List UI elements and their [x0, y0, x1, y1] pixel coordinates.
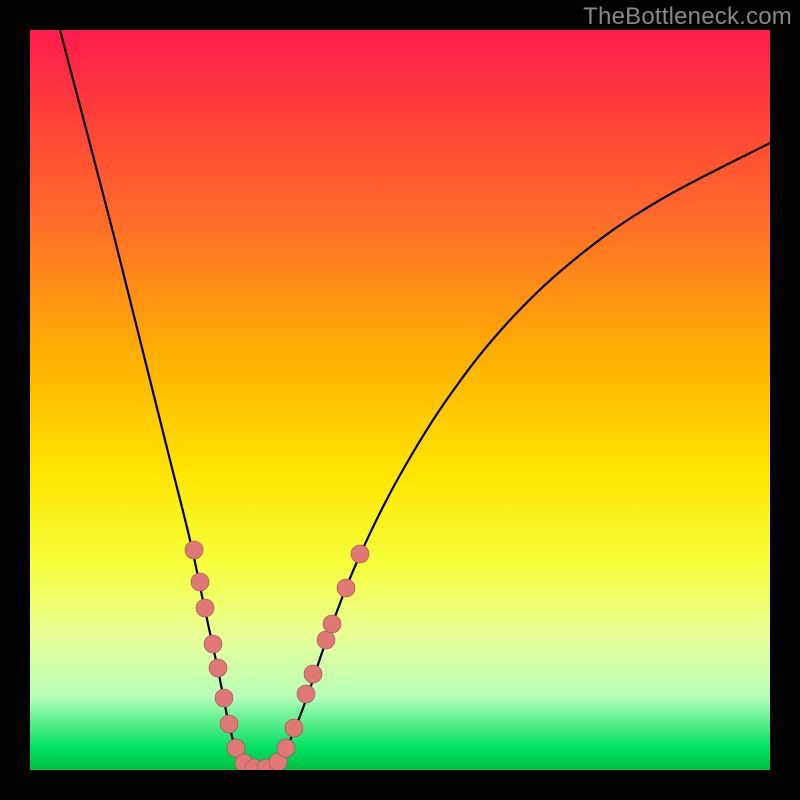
data-dot: [215, 689, 233, 707]
data-dot: [297, 685, 315, 703]
data-dot: [317, 631, 335, 649]
data-dot: [196, 599, 214, 617]
data-dot: [337, 579, 355, 597]
data-dot: [304, 665, 322, 683]
data-dot: [204, 635, 222, 653]
watermark-text: TheBottleneck.com: [583, 3, 792, 31]
data-dot: [185, 541, 203, 559]
curve-left-branch: [60, 30, 252, 769]
dots-group: [185, 541, 369, 770]
data-dot: [323, 615, 341, 633]
data-dot: [220, 715, 238, 733]
chart-svg: [30, 30, 770, 770]
curve-right-branch: [252, 143, 770, 769]
data-dot: [277, 739, 295, 757]
data-dot: [351, 545, 369, 563]
data-dot: [285, 719, 303, 737]
data-dot: [191, 573, 209, 591]
data-dot: [209, 659, 227, 677]
chart-plot-area: [30, 30, 770, 770]
